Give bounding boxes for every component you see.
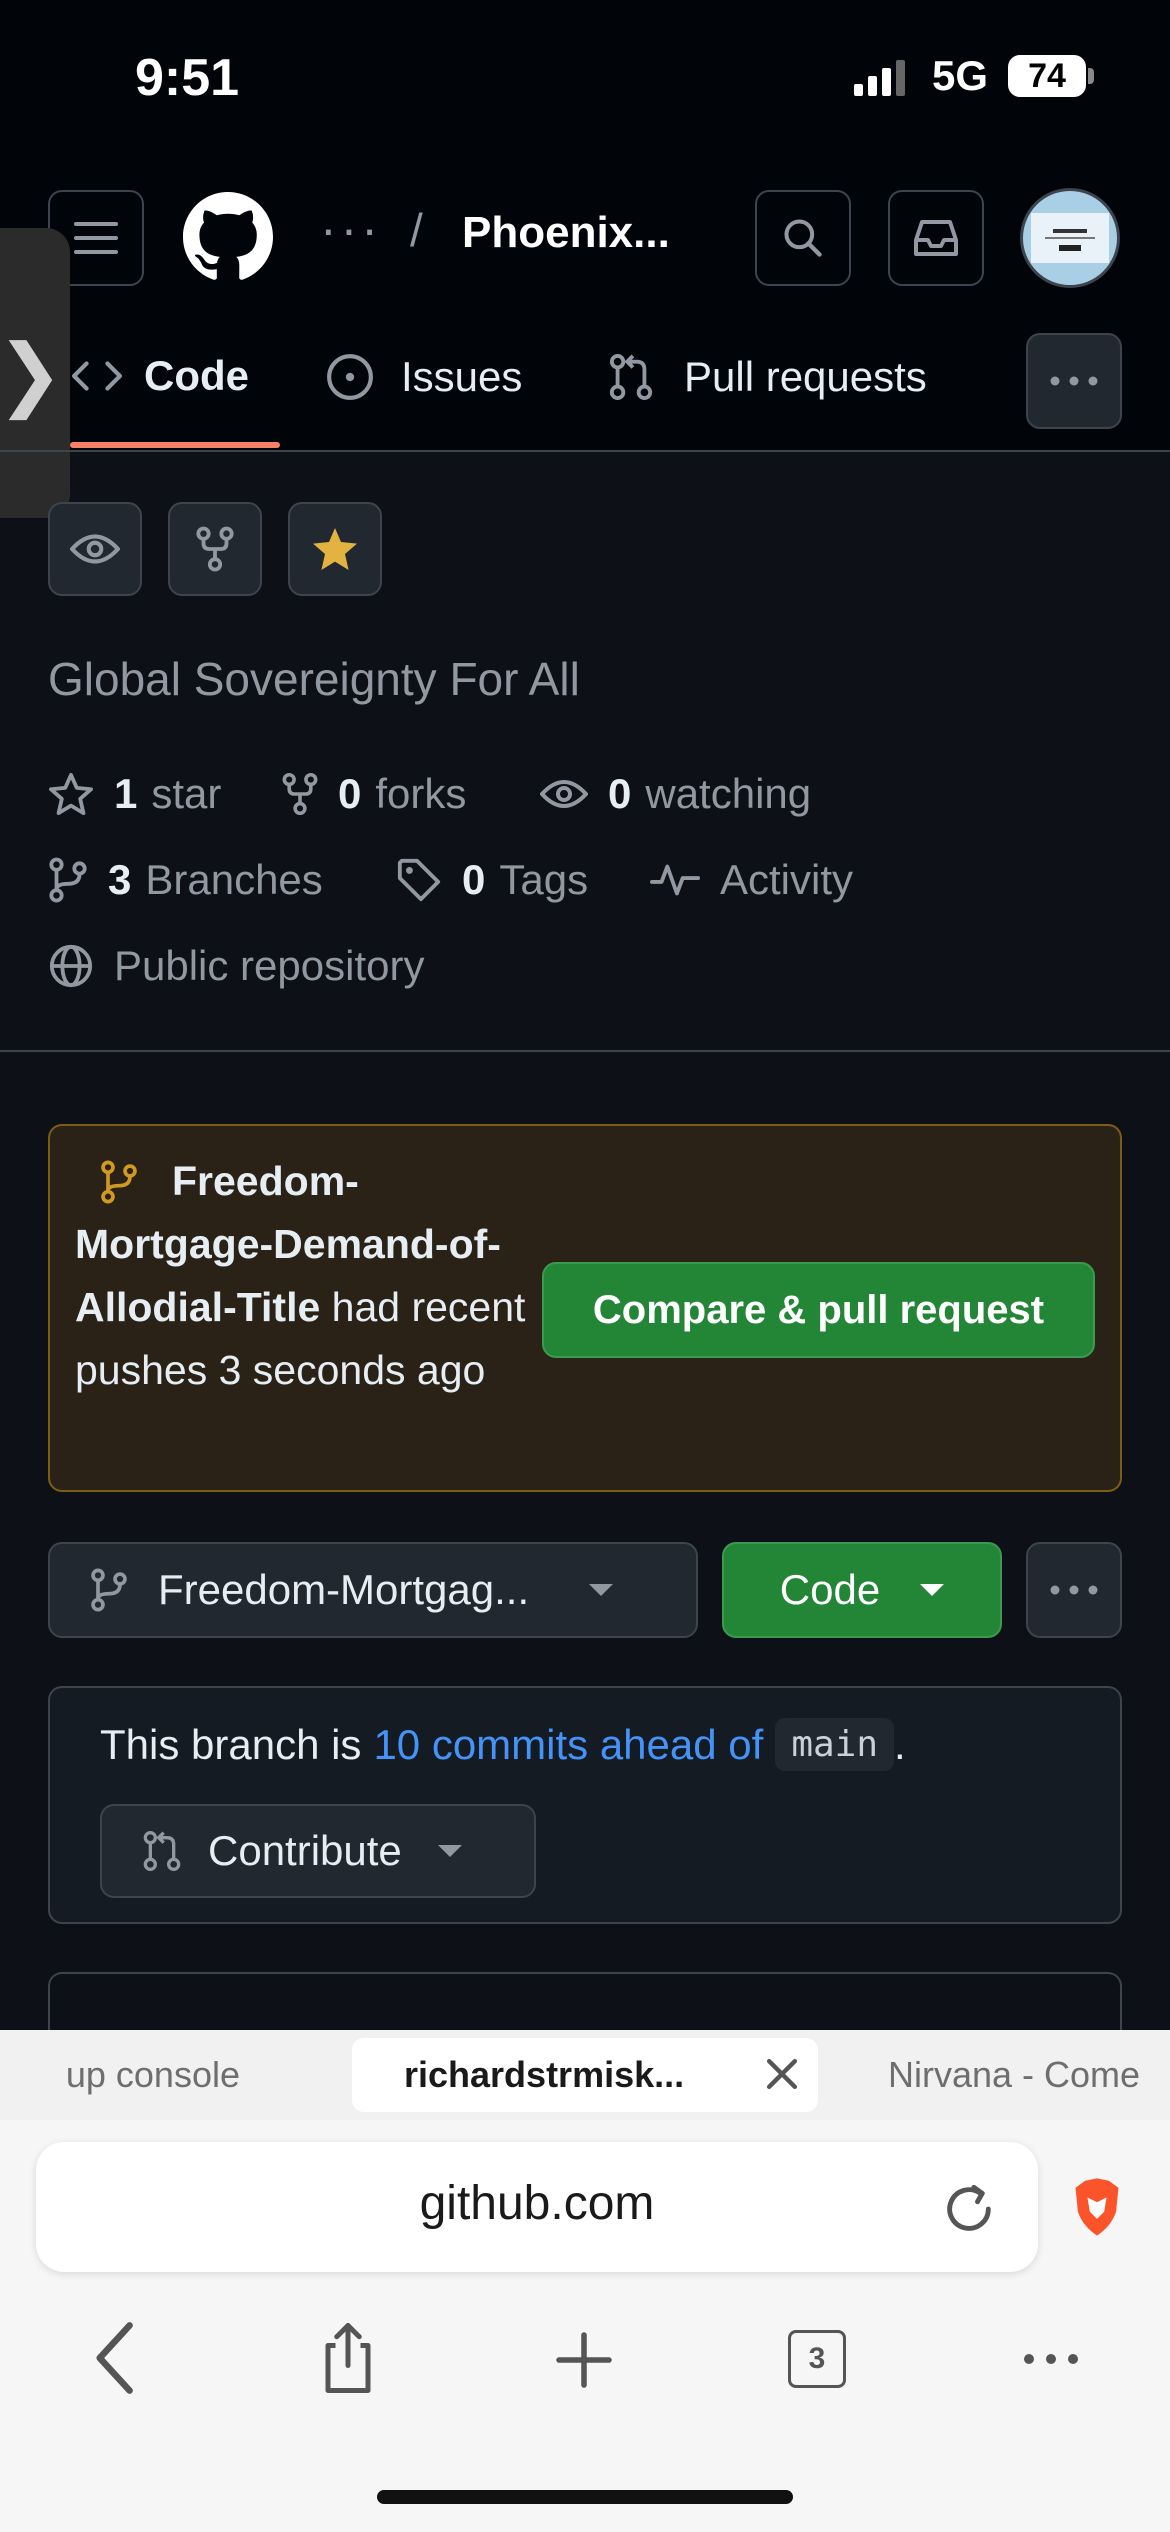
star-icon [49,772,94,816]
new-tab-icon[interactable] [554,2330,614,2390]
repo-name[interactable]: Phoenix... [462,208,670,258]
commits-ahead-link[interactable]: 10 commits ahead of [373,1721,763,1769]
eye-icon [70,534,120,564]
stars-label: star [151,770,222,817]
brave-shield-icon[interactable] [1068,2176,1126,2238]
branches-label: Branches [145,856,323,903]
issue-opened-icon [327,354,373,400]
git-branch-icon [49,857,87,903]
github-logo-icon[interactable] [183,192,273,282]
reload-icon[interactable] [940,2180,998,2238]
side-panel-handle[interactable]: ❯ [0,228,70,518]
chevron-down-icon [920,1584,945,1596]
tags-count: 0 [462,856,486,903]
battery-tip [1088,68,1094,84]
forks-count: 0 [338,770,362,817]
ahead-suffix: . [894,1720,906,1768]
watching-label: watching [645,770,812,817]
chevron-down-icon [589,1584,614,1596]
url-text[interactable]: github.com [36,2176,1038,2231]
branch-overflow-button[interactable] [1026,1542,1122,1638]
chevron-down-icon [437,1845,462,1857]
hamburger-icon [74,222,118,254]
git-branch-icon [91,1568,127,1612]
branch-selector[interactable]: Freedom-Mortgag... [48,1542,698,1638]
branches-count: 3 [108,856,132,903]
repo-description: Global Sovereignty For All [48,653,580,705]
star-fill-icon [313,528,357,570]
pulse-icon [650,864,700,896]
ahead-prefix: This branch is [100,1720,362,1768]
breadcrumb-separator: / [410,204,423,256]
watchers-link[interactable]: 0 watching [540,770,811,818]
signal-icon [852,58,912,98]
tabs-divider [0,450,1170,452]
tab-label: Issues [401,353,523,400]
watching-count: 0 [608,770,632,817]
tabs-overflow-button[interactable] [1026,333,1122,429]
inbox-button[interactable] [888,190,984,286]
git-pull-request-icon [143,1830,181,1871]
tab-count-button[interactable]: 3 [788,2330,846,2388]
base-branch-name: main [775,1718,895,1771]
tag-icon [397,858,441,902]
fork-button[interactable] [168,502,262,596]
tab-code[interactable]: Code [72,352,249,400]
contribute-button[interactable]: Contribute [100,1804,536,1898]
branches-link[interactable]: 3 Branches [48,856,323,904]
activity-link[interactable]: Activity [650,856,853,904]
visibility: Public repository [48,942,424,990]
latest-commit-card [48,1972,1122,2032]
code-button[interactable]: Code [722,1542,1002,1638]
kebab-horizontal-icon [1050,376,1098,386]
search-button[interactable] [755,190,851,286]
inbox-icon [914,220,958,256]
browser-tab[interactable]: Nirvana - Come [888,2030,1170,2120]
search-icon [784,219,822,257]
compare-pull-request-button[interactable]: Compare & pull request [542,1262,1095,1358]
branch-ahead-status: This branch is 10 commits ahead of main … [100,1718,906,1771]
eye-icon [540,780,588,808]
tab-pull-requests[interactable]: Pull requests [608,352,927,402]
stars-link[interactable]: 1 star [48,770,221,818]
tags-label: Tags [499,856,589,903]
stars-count: 1 [114,770,138,817]
browser-tab-active[interactable]: richardstrmisk... [352,2038,818,2112]
network-type: 5G [932,52,989,99]
visibility-label: Public repository [114,942,425,989]
kebab-horizontal-icon [1050,1585,1098,1595]
tab-label: Pull requests [684,353,927,400]
repo-forked-icon [196,526,234,572]
tab-label: Code [144,352,249,399]
code-icon [72,361,122,391]
more-menu-icon[interactable] [1022,2352,1080,2366]
globe-icon [49,944,93,988]
current-branch-name: Freedom-Mortgag... [158,1566,530,1613]
back-icon[interactable] [88,2320,144,2396]
browser-tab[interactable]: up console [0,2030,240,2120]
tab-issues[interactable]: Issues [325,352,522,402]
status-time: 9:51 [135,49,240,107]
code-button-label: Code [779,1566,881,1613]
recent-push-message: Freedom-Mortgage-Demand-of-Allodial-Titl… [75,1150,535,1402]
battery-icon: 74 [1008,55,1086,97]
section-divider [0,1050,1170,1052]
tags-link[interactable]: 0 Tags [396,856,588,904]
breadcrumb-ellipsis[interactable]: ··· [320,200,382,258]
contribute-label: Contribute [208,1827,402,1874]
watch-button[interactable] [48,502,142,596]
activity-label: Activity [720,856,854,903]
share-icon[interactable] [318,2320,378,2396]
home-indicator[interactable] [377,2490,793,2504]
git-pull-request-icon [609,353,653,400]
star-button[interactable] [288,502,382,596]
close-tab-icon[interactable] [760,2052,804,2096]
app-header [0,150,1170,450]
forks-label: forks [375,770,467,817]
active-tab-indicator [70,442,280,448]
avatar[interactable] [1020,188,1120,288]
repo-forked-icon [282,772,318,816]
forks-link[interactable]: 0 forks [282,770,466,818]
